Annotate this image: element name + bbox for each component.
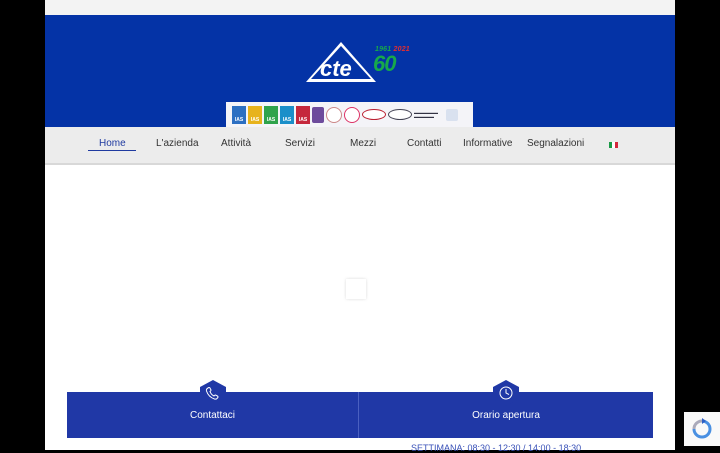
confindustria-logo <box>446 108 458 121</box>
clock-icon[interactable] <box>493 380 519 406</box>
ias-badge-1: IAS <box>232 105 246 124</box>
ias-badge-4: IAS <box>280 105 294 124</box>
anie-logo <box>388 109 412 120</box>
nav-item-mezzi[interactable]: Mezzi <box>350 138 376 149</box>
logo-letters: cte <box>320 56 352 81</box>
hours-label: Orario apertura <box>472 409 540 421</box>
nav-item-contatti[interactable]: Contatti <box>407 138 441 149</box>
loading-spinner <box>346 279 366 299</box>
nav-item-servizi[interactable]: Servizi <box>285 138 315 149</box>
nav-item-azienda[interactable]: L'azienda <box>156 138 199 149</box>
opening-hours-text: SETTIMANA: 08:30 - 12:30 / 14:00 - 18:30 <box>411 443 582 453</box>
info-bar: Contattaci Orario apertura <box>67 392 653 438</box>
sigma-badge-icon <box>344 106 360 123</box>
ias-badge-3: IAS <box>264 105 278 124</box>
nav-item-home[interactable]: Home <box>99 138 126 149</box>
anniversary-number: 60 <box>373 51 397 76</box>
ias-badge-5: IAS <box>296 105 310 124</box>
page: cte 1961 2021 60 IAS IAS IAS IAS IAS ▬▬▬… <box>45 0 675 450</box>
recaptcha-icon <box>692 418 712 439</box>
year-end: 2021 <box>393 46 410 53</box>
contact-label: Contattaci <box>189 409 236 421</box>
federation-text-logo: ▬▬▬▬▬▬ ▬▬▬▬▬ <box>414 109 438 119</box>
active-nav-underline <box>88 150 136 151</box>
nav-item-segnalazioni[interactable]: Segnalazioni <box>527 138 584 149</box>
top-bar <box>45 0 675 15</box>
globe-seal-icon <box>326 106 342 123</box>
recaptcha-badge[interactable] <box>684 412 720 446</box>
italian-flag-icon[interactable] <box>609 142 618 148</box>
certifications-strip: IAS IAS IAS IAS IAS ▬▬▬▬▬▬ ▬▬▬▬▬ <box>226 102 473 127</box>
nav-item-attivita[interactable]: Attività <box>221 138 251 149</box>
phone-icon[interactable] <box>200 380 226 406</box>
ias-badge-2: IAS <box>248 105 262 124</box>
nav-item-informative[interactable]: Informative <box>463 138 512 149</box>
lo-scudo-logo <box>362 109 386 120</box>
lilac-cert-icon <box>312 106 324 123</box>
